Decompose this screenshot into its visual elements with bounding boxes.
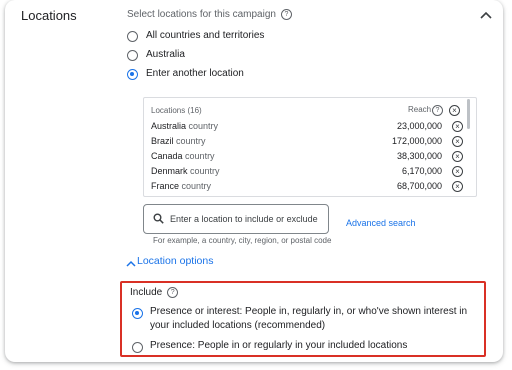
location-name: Australia xyxy=(151,121,187,131)
radio-label: All countries and territories xyxy=(146,30,265,41)
location-name: Denmark xyxy=(151,166,188,176)
locations-count-header: Locations (16) xyxy=(151,106,202,115)
location-search-input[interactable]: Enter a location to include or exclude xyxy=(143,204,329,234)
section-title: Locations xyxy=(21,8,77,23)
location-name: Canada xyxy=(151,151,183,161)
location-row: Brazil country xyxy=(151,136,206,146)
include-label: Include? xyxy=(130,287,179,298)
location-row: France country xyxy=(151,181,211,191)
option-line: Presence or interest: People in, regular… xyxy=(150,306,468,317)
location-options-toggle[interactable]: Location options xyxy=(137,255,213,267)
reach-header: Reach xyxy=(408,105,432,114)
location-type: country xyxy=(181,181,212,191)
remove-location-icon[interactable]: × xyxy=(452,136,463,147)
location-row: Australia country xyxy=(151,121,218,131)
help-icon[interactable]: ? xyxy=(280,9,292,20)
location-reach: 6,170,000 xyxy=(401,166,442,176)
location-row: Canada country xyxy=(151,151,215,161)
locations-list: Locations (16) Reach ? × Australia count… xyxy=(143,97,477,197)
location-type: country xyxy=(185,151,215,161)
chevron-up-icon[interactable] xyxy=(479,8,493,22)
radio-icon[interactable] xyxy=(132,342,143,353)
location-reach: 38,300,000 xyxy=(396,151,442,161)
option-line: Presence: People in or regularly in your… xyxy=(150,340,408,351)
include-option-presence[interactable]: Presence: People in or regularly in your… xyxy=(150,339,407,353)
location-type: country xyxy=(188,121,219,131)
location-reach: 68,700,000 xyxy=(396,181,442,191)
include-help-icon[interactable]: ? xyxy=(167,287,179,298)
remove-all-icon[interactable]: × xyxy=(449,105,460,116)
include-option-presence-or-interest[interactable]: Presence or interest: People in, regular… xyxy=(150,305,467,333)
option-line: your included locations (recommended) xyxy=(150,320,326,331)
remove-location-icon[interactable]: × xyxy=(452,181,463,192)
radio-icon[interactable] xyxy=(127,50,138,61)
locations-scrollbar[interactable] xyxy=(467,99,470,129)
campaign-locations-subtitle: Select locations for this campaign? xyxy=(127,9,292,20)
radio-icon[interactable] xyxy=(127,31,138,42)
location-row: Denmark country xyxy=(151,166,220,176)
include-options-panel: Include? Presence or interest: People in… xyxy=(120,281,486,357)
location-name: Brazil xyxy=(151,136,174,146)
radio-label: Australia xyxy=(146,49,185,60)
radio-selected-icon[interactable] xyxy=(127,69,138,80)
location-type: country xyxy=(176,136,206,146)
search-placeholder: Enter a location to include or exclude xyxy=(170,214,318,224)
locations-card: Locations Select locations for this camp… xyxy=(5,0,503,362)
radio-label: Enter another location xyxy=(146,68,244,79)
search-icon xyxy=(153,213,164,224)
location-reach: 23,000,000 xyxy=(396,121,442,131)
remove-location-icon[interactable]: × xyxy=(452,121,463,132)
search-helper-text: For example, a country, city, region, or… xyxy=(153,236,332,245)
reach-help-icon[interactable]: ? xyxy=(432,105,443,116)
remove-location-icon[interactable]: × xyxy=(452,151,463,162)
location-name: France xyxy=(151,181,180,191)
remove-location-icon[interactable]: × xyxy=(452,166,463,177)
include-text: Include xyxy=(130,287,163,298)
location-type: country xyxy=(190,166,220,176)
location-reach: 172,000,000 xyxy=(391,136,442,146)
subtitle-text: Select locations for this campaign xyxy=(127,9,276,20)
radio-selected-icon[interactable] xyxy=(132,308,143,319)
advanced-search-link[interactable]: Advanced search xyxy=(346,218,416,228)
